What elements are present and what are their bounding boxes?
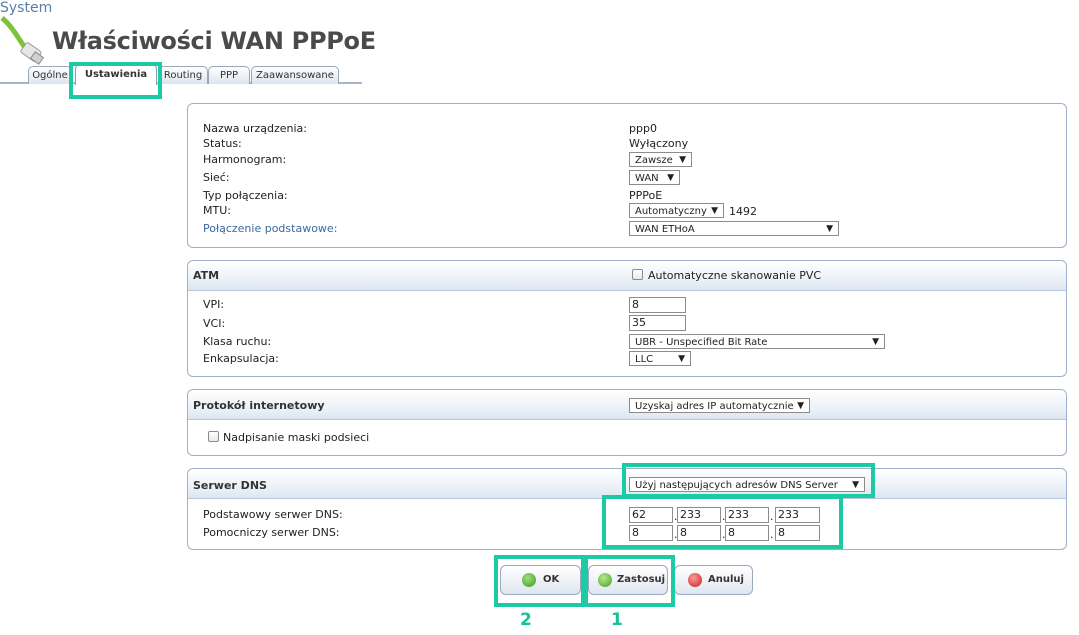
traffic-class-label: Klasa ruchu: [203,335,272,348]
highlight-ok-button [494,555,585,607]
mtu-mode-select[interactable]: Automatyczny ▼ [629,203,724,218]
atm-header: ATM Automatyczne skanowanie PVC [188,261,1066,291]
ip-protocol-panel: Protokół internetowy Uzyskaj adres IP au… [187,389,1067,456]
schedule-select[interactable]: Zawsze ▼ [629,152,692,167]
traffic-class-value: UBR - Unspecified Bit Rate [635,337,768,348]
dns-title: Serwer DNS [193,479,267,492]
cancel-button[interactable]: Anuluj [674,565,753,595]
ip-protocol-header: Protokół internetowy Uzyskaj adres IP au… [188,390,1066,420]
vci-label: VCI: [203,317,226,330]
device-name-label: Nazwa urządzenia: [203,122,307,135]
chevron-down-icon: ▼ [872,337,879,347]
encapsulation-select[interactable]: LLC ▼ [629,351,691,366]
tab-advanced[interactable]: Zaawansowane [251,66,339,84]
encapsulation-value: LLC [635,354,654,365]
mtu-mode-value: Automatyczny [635,206,707,217]
chevron-down-icon: ▼ [678,354,685,364]
status-label: Status: [203,137,242,150]
vci-input[interactable]: 35 [629,315,686,331]
connection-type-label: Typ połączenia: [203,189,288,202]
cancel-button-label: Anuluj [708,574,744,585]
chevron-down-icon: ▼ [679,155,686,165]
device-name-value: ppp0 [629,122,657,135]
vpi-input[interactable]: 8 [629,297,686,313]
vpi-label: VPI: [203,298,225,311]
mtu-value: 1492 [729,205,757,218]
status-value: Wyłączony [629,137,689,150]
base-connection-link[interactable]: Połączenie podstawowe: [203,222,337,235]
connection-type-value: PPPoE [629,189,663,202]
chevron-down-icon: ▼ [667,173,674,183]
step-number-1: 1 [611,610,623,630]
highlight-dns-mode [622,463,875,498]
ip-protocol-title: Protokół internetowy [193,399,325,412]
tab-ppp[interactable]: PPP [208,66,250,84]
auto-scan-label: Automatyczne skanowanie PVC [648,269,822,282]
atm-panel: ATM Automatyczne skanowanie PVC VPI: 8 V… [187,260,1067,377]
highlight-dns-addresses [602,495,843,549]
tab-routing[interactable]: Routing [158,66,208,84]
chevron-down-icon: ▼ [826,224,833,234]
highlight-settings-tab [69,62,162,99]
schedule-select-value: Zawsze [635,155,673,166]
network-select[interactable]: WAN ▼ [629,170,680,185]
tab-general[interactable]: Ogólne [28,66,72,84]
encapsulation-label: Enkapsulacja: [203,352,279,365]
override-mask-label: Nadpisanie maski podsieci [223,431,370,444]
base-connection-select[interactable]: WAN ETHoA ▼ [629,221,839,236]
override-mask-checkbox[interactable] [208,431,219,442]
ip-mode-value: Uzyskaj adres IP automatycznie [635,401,794,412]
highlight-apply-button [584,555,675,607]
ip-mode-select[interactable]: Uzyskaj adres IP automatycznie ▼ [629,398,810,413]
step-number-2: 2 [520,610,532,630]
traffic-class-select[interactable]: UBR - Unspecified Bit Rate ▼ [629,334,885,349]
atm-title: ATM [193,269,220,282]
chevron-down-icon: ▼ [797,401,804,411]
network-label: Sieć: [203,171,230,184]
schedule-label: Harmonogram: [203,153,287,166]
general-panel: Nazwa urządzenia: ppp0 Status: Wyłączony… [187,103,1067,248]
auto-scan-checkbox[interactable] [632,269,643,280]
cancel-x-icon [688,573,702,587]
network-cable-icon [0,16,45,65]
base-connection-value: WAN ETHoA [635,224,695,235]
page-title: Właściwości WAN PPPoE [52,27,376,55]
secondary-dns-label: Pomocniczy serwer DNS: [203,526,340,539]
mtu-label: MTU: [203,204,231,217]
chevron-down-icon: ▼ [711,206,718,216]
primary-dns-label: Podstawowy serwer DNS: [203,508,343,521]
network-select-value: WAN [635,173,659,184]
